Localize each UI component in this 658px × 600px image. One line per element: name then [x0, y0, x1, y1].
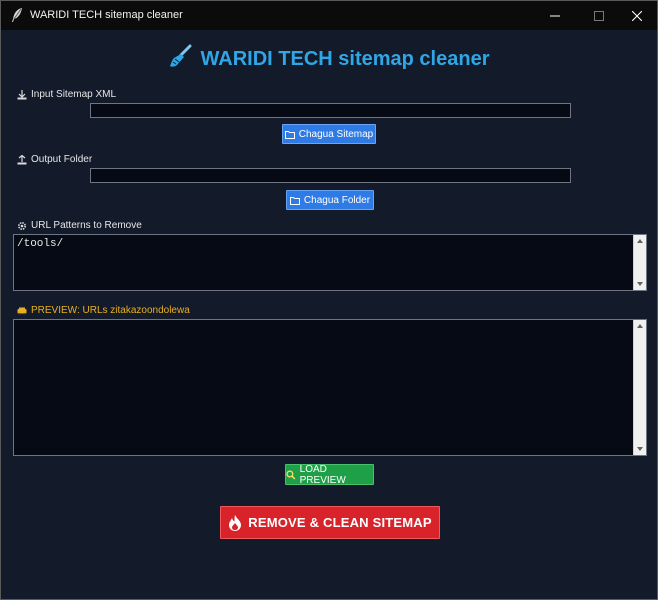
choose-sitemap-label: Chagua Sitemap [298, 128, 374, 140]
input-sitemap-field[interactable] [90, 103, 571, 118]
gear-icon [17, 221, 27, 230]
folder-icon [284, 130, 295, 139]
broom-icon [169, 44, 192, 67]
preview-label-row: PREVIEW: URLs zitakazoondolewa [17, 305, 190, 316]
close-button[interactable] [615, 1, 658, 30]
window-title: WARIDI TECH sitemap cleaner [30, 9, 183, 21]
remove-clean-button[interactable]: REMOVE & CLEAN SITEMAP [220, 506, 440, 539]
minimize-button[interactable] [533, 1, 577, 30]
choose-folder-button[interactable]: Chagua Folder [286, 190, 374, 210]
scroll-down-icon[interactable] [637, 282, 643, 286]
folder-icon [289, 196, 300, 205]
fire-icon [229, 514, 242, 531]
app-heading: WARIDI TECH sitemap cleaner [1, 44, 657, 71]
minimize-icon [550, 15, 560, 16]
preview-scrollbar[interactable] [633, 320, 646, 455]
upload-icon [17, 154, 27, 164]
close-icon [632, 10, 642, 21]
patterns-text: /tools/ [17, 238, 64, 250]
main-panel: WARIDI TECH sitemap cleaner Input Sitema… [1, 30, 657, 599]
choose-sitemap-button[interactable]: Chagua Sitemap [282, 124, 376, 144]
output-folder-label-row: Output Folder [17, 154, 92, 165]
patterns-textarea[interactable]: /tools/ [13, 234, 647, 291]
input-sitemap-label-row: Input Sitemap XML [17, 89, 116, 100]
feather-icon [12, 8, 22, 22]
download-icon [17, 89, 27, 99]
input-sitemap-label: Input Sitemap XML [31, 89, 117, 100]
patterns-label-row: URL Patterns to Remove [17, 220, 142, 231]
output-folder-label: Output Folder [31, 154, 93, 165]
preview-textarea[interactable] [13, 319, 647, 456]
choose-folder-label: Chagua Folder [303, 194, 371, 206]
load-preview-label: LOAD PREVIEW [299, 463, 346, 486]
heading-title: WARIDI TECH sitemap cleaner [200, 48, 490, 70]
remove-clean-label: REMOVE & CLEAN SITEMAP [248, 515, 432, 530]
patterns-label: URL Patterns to Remove [31, 220, 142, 231]
app-window: WARIDI TECH sitemap cleaner WARIDI TECH … [0, 0, 658, 600]
magnifier-icon [286, 470, 296, 480]
patterns-scrollbar[interactable] [633, 235, 646, 290]
output-folder-field[interactable] [90, 168, 571, 183]
preview-label: PREVIEW: URLs zitakazoondolewa [31, 305, 190, 316]
maximize-icon [594, 10, 604, 21]
scroll-down-icon[interactable] [637, 447, 643, 451]
load-preview-button[interactable]: LOAD PREVIEW [285, 463, 374, 486]
scroll-up-icon[interactable] [637, 324, 643, 328]
car-icon [17, 307, 27, 315]
title-bar[interactable]: WARIDI TECH sitemap cleaner [1, 1, 657, 30]
scroll-up-icon[interactable] [637, 239, 643, 243]
